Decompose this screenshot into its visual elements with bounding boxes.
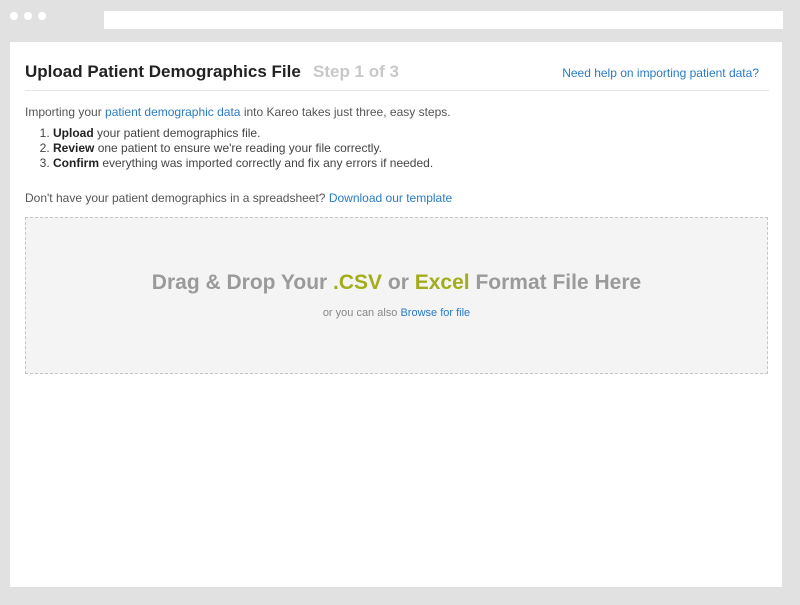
download-template-link[interactable]: Download our template [329,191,452,205]
step-text: your patient demographics file. [93,126,261,140]
intro-text: Importing your patient demographic data … [25,105,451,119]
step-item-confirm: Confirm everything was imported correctl… [53,156,433,171]
step-indicator: Step 1 of 3 [313,62,399,81]
step-item-review: Review one patient to ensure we're readi… [53,141,433,156]
excel-format-label: Excel [414,271,470,294]
dropzone-heading-prefix: Drag & Drop Your [151,271,334,294]
window-controls [10,12,46,20]
step-bold: Review [53,141,95,155]
step-item-upload: Upload your patient demographics file. [53,126,433,141]
dropzone-or: or [382,271,415,294]
template-line: Don't have your patient demographics in … [25,191,452,205]
address-bar[interactable] [104,11,783,29]
intro-suffix: into Kareo takes just three, easy steps. [240,105,451,119]
dropzone-subtext: or you can also Browse for file [26,307,767,319]
dropzone-heading-suffix: Format File Here [469,271,642,294]
intro-prefix: Importing your [25,105,106,119]
patient-demographic-data-link[interactable]: patient demographic data [105,105,240,119]
step-bold: Upload [53,126,94,140]
file-dropzone[interactable]: Drag & Drop Your .CSV or Excel Format Fi… [25,217,768,374]
close-dot-icon[interactable] [10,12,18,20]
browse-prefix: or you can also [322,307,401,319]
minimize-dot-icon[interactable] [24,12,32,20]
dropzone-heading: Drag & Drop Your .CSV or Excel Format Fi… [26,271,767,295]
step-text: everything was imported correctly and fi… [99,156,434,170]
browser-window: Upload Patient Demographics File Step 1 … [0,0,800,605]
step-text: one patient to ensure we're reading your… [94,141,382,155]
page-title: Upload Patient Demographics File [25,62,301,81]
page-content: Upload Patient Demographics File Step 1 … [10,42,782,587]
csv-format-label: .CSV [333,271,383,294]
template-text: Don't have your patient demographics in … [25,191,329,205]
help-link[interactable]: Need help on importing patient data? [562,66,759,80]
step-bold: Confirm [53,156,99,170]
browse-for-file-link[interactable]: Browse for file [400,307,470,319]
steps-list: Upload your patient demographics file. R… [25,126,433,171]
maximize-dot-icon[interactable] [38,12,46,20]
page-header: Upload Patient Demographics File Step 1 … [25,42,769,91]
